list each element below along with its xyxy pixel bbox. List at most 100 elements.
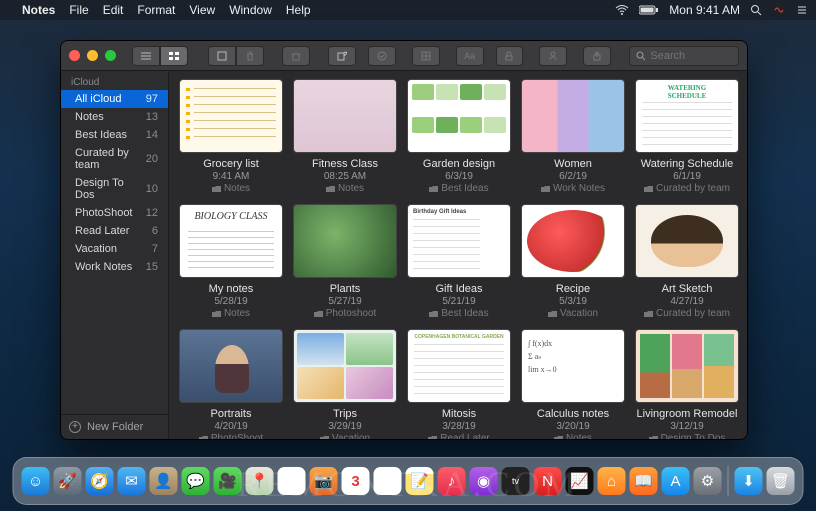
- note-card[interactable]: Grocery list9:41 AMNotes: [179, 79, 283, 194]
- menu-view[interactable]: View: [189, 3, 215, 17]
- dock-app-appstore[interactable]: A: [662, 467, 690, 495]
- dock-app-contacts[interactable]: 👤: [150, 467, 178, 495]
- menu-file[interactable]: File: [69, 3, 88, 17]
- sidebar-item-count: 10: [146, 183, 158, 195]
- folder-icon: [548, 310, 557, 318]
- note-title: My notes: [209, 283, 254, 295]
- minimize-button[interactable]: [87, 50, 98, 61]
- note-card[interactable]: My notes5/28/19Notes: [179, 204, 283, 319]
- gallery-view-button[interactable]: [160, 46, 188, 66]
- folder-icon: [649, 435, 658, 440]
- spotlight-icon[interactable]: [750, 4, 762, 16]
- dock-app-calendar[interactable]: 3: [342, 467, 370, 495]
- note-card[interactable]: Trips3/29/19Vacation: [293, 329, 397, 439]
- search-field[interactable]: [629, 46, 739, 66]
- dock-app-home[interactable]: ⌂: [598, 467, 626, 495]
- sidebar-item-read-later[interactable]: Read Later6: [61, 222, 168, 240]
- delete-button[interactable]: [236, 46, 264, 66]
- sidebar-item-design-to-dos[interactable]: Design To Dos10: [61, 174, 168, 204]
- dock-app-messages[interactable]: 💬: [182, 467, 210, 495]
- note-card[interactable]: Art Sketch4/27/19Curated by team: [635, 204, 739, 319]
- note-card[interactable]: Watering Schedule6/1/19Curated by team: [635, 79, 739, 194]
- battery-icon[interactable]: [639, 5, 659, 15]
- dock-app-downloads[interactable]: ⬇: [735, 467, 763, 495]
- sidebar-item-work-notes[interactable]: Work Notes15: [61, 258, 168, 276]
- zoom-button[interactable]: [105, 50, 116, 61]
- new-folder-button[interactable]: + New Folder: [61, 414, 168, 439]
- sidebar-item-best-ideas[interactable]: Best Ideas14: [61, 126, 168, 144]
- notes-grid-area[interactable]: Grocery list9:41 AMNotesFitness Class08:…: [169, 71, 747, 439]
- dock-app-trash[interactable]: 🗑: [767, 467, 795, 495]
- dock-app-finder[interactable]: ☺: [22, 467, 50, 495]
- dock-app-notes[interactable]: 📝: [406, 467, 434, 495]
- dock-app-facetime[interactable]: 🎥: [214, 467, 242, 495]
- dock-app-safari[interactable]: 🧭: [86, 467, 114, 495]
- siri-icon[interactable]: [772, 3, 786, 17]
- dock-app-news[interactable]: N: [534, 467, 562, 495]
- trash-button[interactable]: [282, 46, 310, 66]
- note-card[interactable]: Livingroom Remodel3/12/19Design To Dos: [635, 329, 739, 439]
- menu-window[interactable]: Window: [229, 3, 272, 17]
- note-title: Mitosis: [442, 408, 476, 420]
- sidebar-item-curated-by-team[interactable]: Curated by team20: [61, 144, 168, 174]
- dock-app-podcasts[interactable]: ◉: [470, 467, 498, 495]
- menu-edit[interactable]: Edit: [103, 3, 124, 17]
- dock-app-maps[interactable]: 📍: [246, 467, 274, 495]
- search-input[interactable]: [650, 50, 732, 62]
- note-card[interactable]: Calculus notes3/20/19Notes: [521, 329, 625, 439]
- note-date: 3/20/19: [556, 421, 589, 432]
- note-card[interactable]: Portraits4/20/19PhotoShoot: [179, 329, 283, 439]
- sidebar-item-all-icloud[interactable]: All iCloud97: [61, 90, 168, 108]
- folder-icon: [428, 435, 437, 440]
- note-card[interactable]: Garden design6/3/19Best Ideas: [407, 79, 511, 194]
- note-card[interactable]: Women6/2/19Work Notes: [521, 79, 625, 194]
- sidebar-item-photoshoot[interactable]: PhotoShoot12: [61, 204, 168, 222]
- note-card[interactable]: Fitness Class08:25 AMNotes: [293, 79, 397, 194]
- search-icon: [636, 51, 646, 61]
- sidebar-item-notes[interactable]: Notes13: [61, 108, 168, 126]
- dock-app-photobooth[interactable]: 📷: [310, 467, 338, 495]
- note-thumbnail: [293, 79, 397, 153]
- note-date: 6/1/19: [673, 171, 701, 182]
- note-title: Garden design: [423, 158, 495, 170]
- note-card[interactable]: Mitosis3/28/19Read Later: [407, 329, 511, 439]
- list-view-button[interactable]: [132, 46, 160, 66]
- dock-app-reminders[interactable]: ☑: [374, 467, 402, 495]
- sidebar-item-count: 20: [146, 153, 158, 165]
- dock-app-mail[interactable]: ✉: [118, 467, 146, 495]
- dock-app-music[interactable]: ♪: [438, 467, 466, 495]
- sidebar-item-vacation[interactable]: Vacation7: [61, 240, 168, 258]
- export-button[interactable]: [583, 46, 611, 66]
- wifi-icon[interactable]: [615, 5, 629, 15]
- menu-format[interactable]: Format: [137, 3, 175, 17]
- notification-center-icon[interactable]: [796, 4, 808, 16]
- checklist-button[interactable]: [368, 46, 396, 66]
- table-button[interactable]: [412, 46, 440, 66]
- dock-app-stocks[interactable]: 📈: [566, 467, 594, 495]
- dock-app-tv[interactable]: tv: [502, 467, 530, 495]
- dock-app-books[interactable]: 📖: [630, 467, 658, 495]
- format-button[interactable]: Aa: [456, 46, 484, 66]
- note-folder: Best Ideas: [429, 183, 488, 194]
- new-note-button[interactable]: [328, 46, 356, 66]
- plus-icon: +: [69, 421, 81, 433]
- close-button[interactable]: [69, 50, 80, 61]
- note-title: Plants: [330, 283, 361, 295]
- dock-app-launchpad[interactable]: 🚀: [54, 467, 82, 495]
- menubar-clock[interactable]: Mon 9:41 AM: [669, 3, 740, 17]
- app-menu[interactable]: Notes: [22, 3, 55, 17]
- note-card[interactable]: Plants5/27/19Photoshoot: [293, 204, 397, 319]
- attachments-button[interactable]: [208, 46, 236, 66]
- dock-app-photos[interactable]: ❀: [278, 467, 306, 495]
- note-folder: Curated by team: [644, 308, 730, 319]
- note-title: Fitness Class: [312, 158, 378, 170]
- note-card[interactable]: Gift Ideas5/21/19Best Ideas: [407, 204, 511, 319]
- note-card[interactable]: Recipe5/3/19Vacation: [521, 204, 625, 319]
- note-date: 4/20/19: [214, 421, 247, 432]
- lock-button[interactable]: [496, 46, 524, 66]
- dock-app-settings[interactable]: ⚙: [694, 467, 722, 495]
- menu-help[interactable]: Help: [286, 3, 311, 17]
- share-button[interactable]: [539, 46, 567, 66]
- sidebar-item-count: 7: [152, 243, 158, 255]
- note-date: 6/2/19: [559, 171, 587, 182]
